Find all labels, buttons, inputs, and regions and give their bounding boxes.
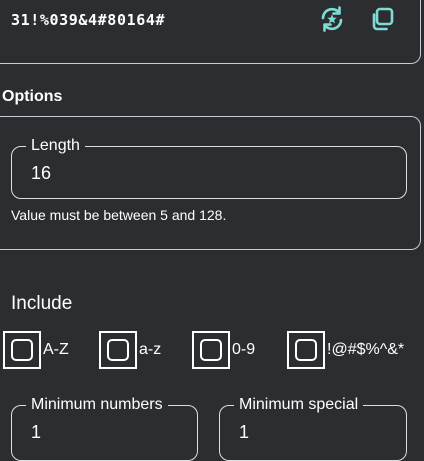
copy-button[interactable] [367, 4, 397, 34]
checkbox-box[interactable] [200, 339, 222, 361]
checkbox-lowercase[interactable]: a-z [99, 331, 161, 369]
generated-password: 31!%039&4#80164# [11, 11, 166, 29]
checkbox-label: A-Z [43, 341, 69, 358]
checkbox-label: 0-9 [232, 341, 256, 358]
checkbox-box[interactable] [295, 339, 317, 361]
checkbox-box[interactable] [107, 339, 129, 361]
length-label: Length [26, 136, 85, 156]
regenerate-button[interactable] [317, 4, 347, 34]
checkbox-label: a-z [139, 341, 162, 358]
generated-password-card [0, 0, 421, 64]
checkbox-special[interactable]: !@#$%^&* [287, 331, 404, 369]
length-field[interactable]: Length 16 [11, 136, 407, 199]
length-input[interactable]: 16 [31, 163, 51, 184]
minimum-special-input[interactable]: 1 [239, 422, 249, 443]
checkbox-numbers[interactable]: 0-9 [192, 331, 255, 369]
checkbox-focus-ring [287, 331, 325, 369]
checkbox-focus-ring [3, 331, 41, 369]
checkbox-box[interactable] [11, 339, 33, 361]
minimum-special-label: Minimum special [234, 395, 364, 415]
refresh-sparkle-icon [321, 6, 343, 32]
minimum-numbers-label: Minimum numbers [26, 395, 168, 415]
copy-icon [372, 7, 394, 31]
length-helper-text: Value must be between 5 and 128. [11, 207, 227, 223]
minimum-numbers-input[interactable]: 1 [31, 422, 41, 443]
checkbox-focus-ring [99, 331, 137, 369]
minimum-special-field[interactable]: Minimum special 1 [219, 395, 407, 461]
include-heading: Include [11, 293, 73, 314]
checkbox-uppercase[interactable]: A-Z [3, 331, 69, 369]
options-heading: Options [2, 88, 63, 105]
minimum-numbers-field[interactable]: Minimum numbers 1 [11, 395, 198, 461]
checkbox-label: !@#$%^&* [327, 341, 405, 358]
checkbox-focus-ring [192, 331, 230, 369]
